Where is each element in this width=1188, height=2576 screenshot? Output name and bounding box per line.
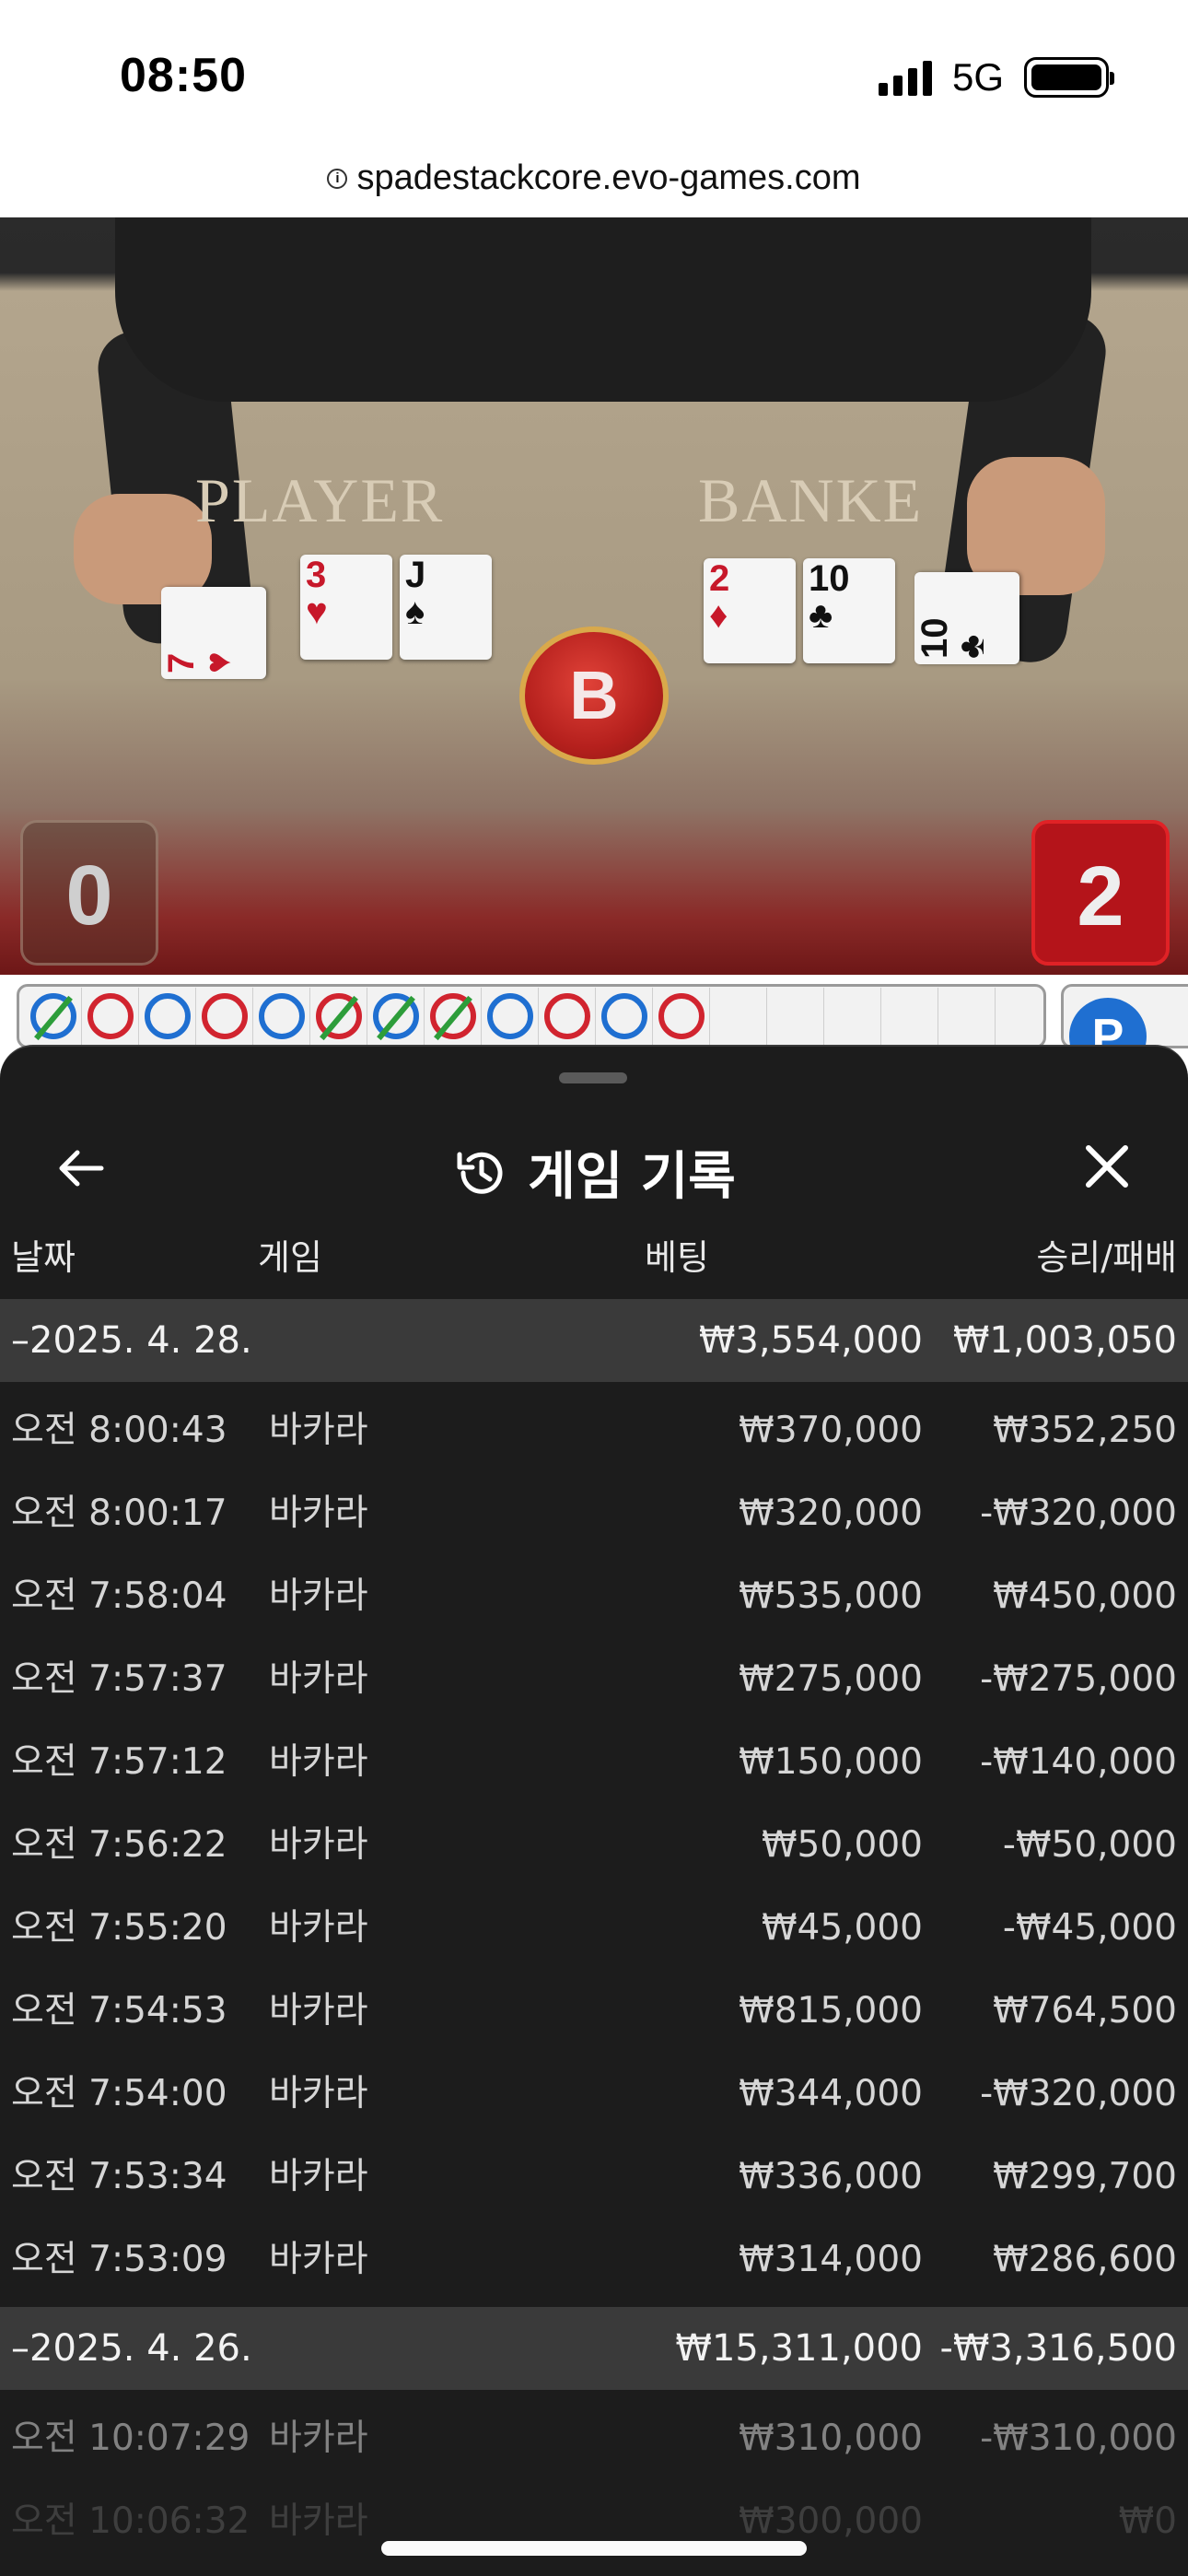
game-history-sheet: 게임 기록 날짜 게임 베팅 승리/패배 –2025. 4. 28. ₩3,55… — [0, 1045, 1188, 2576]
home-indicator[interactable] — [381, 2541, 807, 2556]
history-row[interactable]: 오전 7:56:22 바카라 ₩50,000 -₩50,000 — [0, 1804, 1188, 1887]
history-row[interactable]: 오전 7:55:20 바카라 ₩45,000 -₩45,000 — [0, 1887, 1188, 1970]
history-row[interactable]: 오전 7:58:04 바카라 ₩535,000 ₩450,000 — [0, 1555, 1188, 1638]
date-group-header[interactable]: –2025. 4. 28. ₩3,554,000 ₩1,003,050 — [0, 1299, 1188, 1382]
info-icon[interactable]: i — [327, 168, 348, 189]
banker-win-marker — [543, 993, 590, 1039]
road-cell — [881, 988, 938, 1045]
road-cell — [253, 988, 310, 1045]
banker-card-3: 10 ♣ — [914, 572, 1019, 664]
history-row[interactable]: 오전 8:00:43 바카라 ₩370,000 ₩352,250 — [0, 1389, 1188, 1472]
history-row[interactable]: 오전 7:57:12 바카라 ₩150,000 -₩140,000 — [0, 1721, 1188, 1804]
player-win-marker — [372, 993, 419, 1039]
banker-label: BANKE — [698, 465, 924, 535]
road-cell — [196, 988, 253, 1045]
dealer — [115, 217, 1091, 402]
road-cell — [310, 988, 367, 1045]
player-score: 0 — [20, 820, 158, 966]
road-cell — [482, 988, 539, 1045]
banker-win-marker — [315, 993, 362, 1039]
player-card-1: 7 ♥ — [161, 587, 266, 679]
road-cell — [82, 988, 139, 1045]
player-win-marker — [258, 993, 305, 1039]
side-road[interactable]: P — [1061, 984, 1188, 1048]
address-bar[interactable]: i spadestackcore.evo-games.com — [0, 158, 1188, 198]
header-winloss: 승리/패배 — [1036, 1237, 1177, 1278]
header-bet: 베팅 — [645, 1237, 709, 1278]
road-cell — [767, 988, 824, 1045]
url-text: spadestackcore.evo-games.com — [356, 158, 861, 197]
banker-win-marker — [658, 993, 705, 1039]
history-row[interactable]: 오전 7:54:00 바카라 ₩344,000 -₩320,000 — [0, 2053, 1188, 2136]
history-row[interactable]: 오전 7:53:09 바카라 ₩314,000 ₩286,600 — [0, 2219, 1188, 2301]
bead-road[interactable] — [17, 984, 1046, 1048]
history-row[interactable]: 오전 7:54:53 바카라 ₩815,000 ₩764,500 — [0, 1970, 1188, 2053]
player-card-2: 3 ♥ — [300, 555, 392, 660]
player-win-marker — [144, 993, 191, 1039]
road-cell — [938, 988, 996, 1045]
road-cell — [824, 988, 881, 1045]
header-game: 게임 — [258, 1237, 322, 1278]
date-group-header[interactable]: –2025. 4. 26. ₩15,311,000 -₩3,316,500 — [0, 2307, 1188, 2390]
history-row[interactable]: 오전 8:00:17 바카라 ₩320,000 -₩320,000 — [0, 1472, 1188, 1555]
road-cell — [539, 988, 596, 1045]
road-cell — [996, 988, 1043, 1045]
sheet-title: 게임 기록 — [528, 1147, 736, 1207]
banker-win-marker — [429, 993, 476, 1039]
player-label: PLAYER — [195, 465, 445, 535]
column-headers: 날짜 게임 베팅 승리/패배 — [0, 1229, 1188, 1299]
road-cell — [653, 988, 710, 1045]
banker-card-1: 2 ♦ — [704, 558, 796, 663]
header-date: 날짜 — [11, 1237, 76, 1278]
road-cell — [139, 988, 196, 1045]
close-button[interactable] — [1079, 1139, 1135, 1194]
battery-icon — [1024, 57, 1114, 98]
road-cell — [596, 988, 653, 1045]
close-icon — [1086, 1145, 1128, 1188]
history-icon — [457, 1152, 503, 1194]
sheet-grabber[interactable] — [559, 1072, 627, 1083]
history-row[interactable]: 오전 7:53:34 바카라 ₩336,000 ₩299,700 — [0, 2136, 1188, 2219]
status-indicators: 5G — [878, 55, 1114, 100]
winner-badge: B — [519, 626, 669, 765]
player-win-marker — [486, 993, 533, 1039]
live-video: PLAYER BANKE 7 ♥ 3 ♥ J ♠ 2 ♦ 10 ♣ 10 ♣ B 0 2 — [0, 217, 1188, 975]
sheet-header: 게임 기록 — [0, 1130, 1188, 1222]
history-row[interactable]: 오전 10:07:29 바카라 ₩310,000 -₩310,000 — [0, 2397, 1188, 2480]
player-card-3: J ♠ — [400, 555, 492, 660]
network-type: 5G — [951, 55, 1004, 99]
player-badge: P — [1069, 998, 1147, 1046]
player-win-marker — [29, 993, 76, 1039]
road-cell — [710, 988, 767, 1045]
history-list[interactable]: –2025. 4. 28. ₩3,554,000 ₩1,003,050 오전 8… — [0, 1299, 1188, 2563]
status-bar: 08:50 5G i spadestackcore.evo-games.com — [0, 0, 1188, 197]
player-win-marker — [600, 993, 647, 1039]
road-cell — [367, 988, 425, 1045]
signal-icon — [878, 59, 932, 96]
sheet-title-wrap: 게임 기록 — [0, 1135, 1188, 1210]
road-cell — [25, 988, 82, 1045]
status-time: 08:50 — [120, 49, 247, 102]
banker-win-marker — [201, 993, 248, 1039]
banker-card-2: 10 ♣ — [803, 558, 895, 663]
history-row[interactable]: 오전 7:57:37 바카라 ₩275,000 -₩275,000 — [0, 1638, 1188, 1721]
banker-win-marker — [87, 993, 134, 1039]
banker-score: 2 — [1031, 820, 1170, 966]
road-cell — [425, 988, 482, 1045]
